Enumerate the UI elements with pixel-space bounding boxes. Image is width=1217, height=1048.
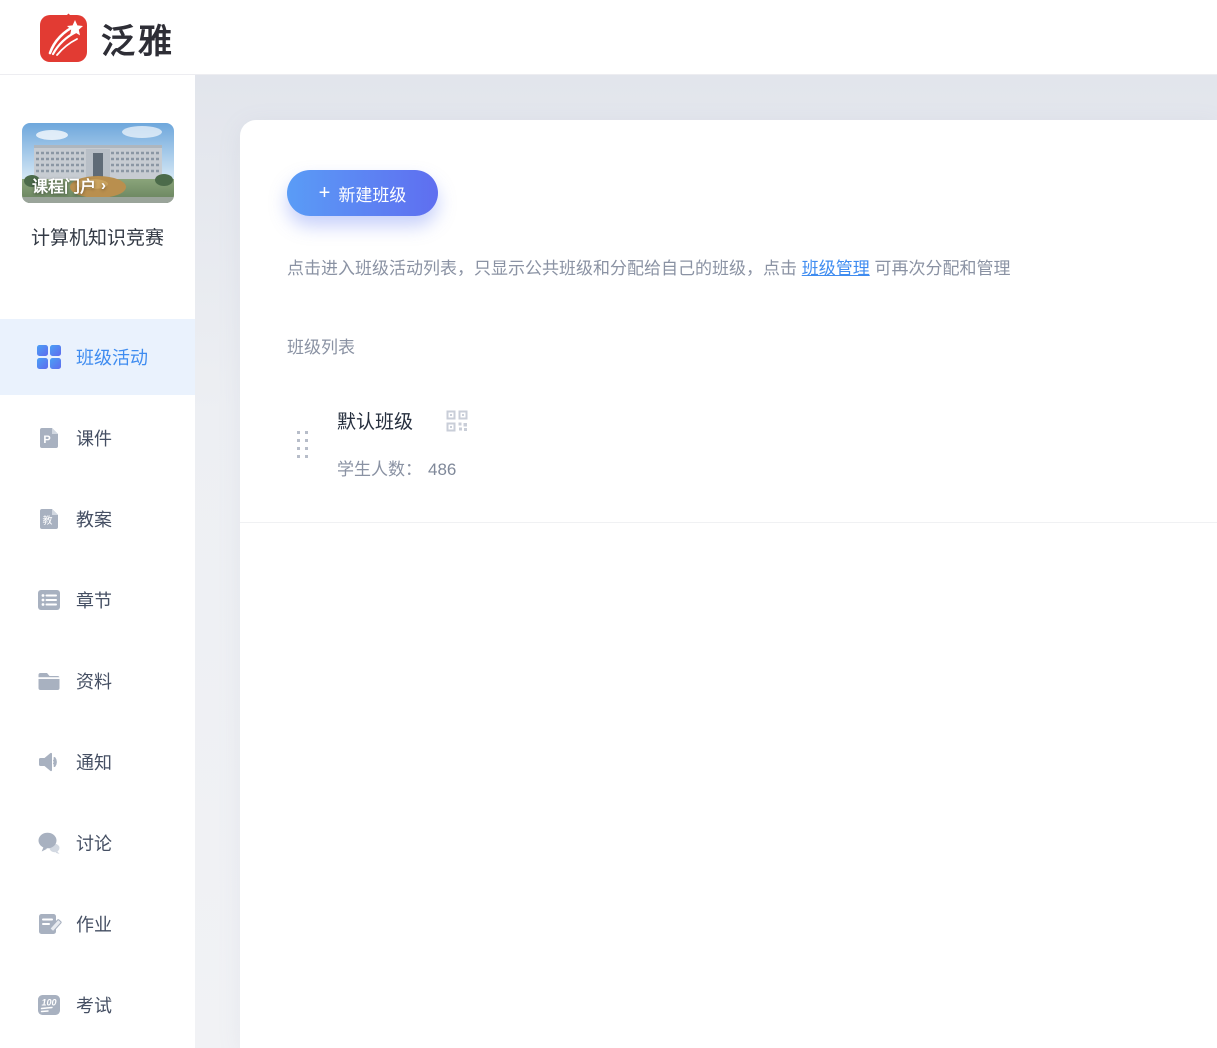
grid-icon: [36, 344, 62, 370]
description-text-after: 可再次分配和管理: [870, 259, 1011, 278]
materials-folder-icon: [36, 668, 62, 694]
sidebar-item-label: 班级活动: [76, 344, 148, 370]
course-portal-link[interactable]: 课程门户 ›: [32, 173, 106, 197]
sidebar-item-label: 章节: [76, 587, 112, 613]
main-background: + 新建班级 点击进入班级活动列表，只显示公共班级和分配给自己的班级，点击 班级…: [195, 75, 1217, 1048]
drag-handle-icon[interactable]: [297, 431, 308, 458]
discussion-chat-icon: [36, 830, 62, 856]
class-list-description: 点击进入班级活动列表，只显示公共班级和分配给自己的班级，点击 班级管理 可再次分…: [287, 257, 1187, 281]
lesson-plan-doc-icon: 教: [36, 506, 62, 532]
sidebar-item-courseware[interactable]: P 课件: [0, 400, 195, 476]
course-portal-banner[interactable]: 课程门户 ›: [22, 123, 174, 203]
sidebar-item-label: 考试: [76, 992, 112, 1018]
courseware-doc-icon: P: [36, 425, 62, 451]
sidebar-item-label: 作业: [76, 911, 112, 937]
sidebar-item-label: 讨论: [76, 830, 112, 856]
exam-100-icon: 100: [36, 992, 62, 1018]
course-sidebar: 课程门户 › 计算机知识竞赛 班级活动 P 课件: [0, 75, 195, 1048]
sidebar-item-lesson-plan[interactable]: 教 教案: [0, 481, 195, 557]
notice-speaker-icon: [36, 749, 62, 775]
sidebar-item-label: 资料: [76, 668, 112, 694]
student-count-value: 486: [428, 460, 456, 479]
qr-code-icon[interactable]: [446, 410, 468, 432]
sidebar-item-label: 通知: [76, 749, 112, 775]
svg-text:教: 教: [43, 514, 53, 527]
sidebar-item-label: 课件: [76, 425, 112, 451]
svg-text:P: P: [43, 434, 50, 446]
course-portal-label: 课程门户: [32, 173, 96, 197]
description-text-before: 点击进入班级活动列表，只显示公共班级和分配给自己的班级，点击: [287, 259, 802, 278]
student-count-label: 学生人数：: [337, 460, 422, 479]
class-manage-link[interactable]: 班级管理: [802, 259, 870, 278]
class-list-label: 班级列表: [287, 333, 355, 358]
sidebar-menu: 班级活动 P 课件 教 教案: [0, 319, 195, 1048]
class-row[interactable]: 默认班级 学生人数： 486: [287, 400, 1217, 490]
svg-text:100: 100: [41, 998, 56, 1008]
sidebar-item-chapters[interactable]: 章节: [0, 562, 195, 638]
sidebar-item-class-activity[interactable]: 班级活动: [0, 319, 195, 395]
chapters-list-icon: [36, 587, 62, 613]
plus-icon: +: [319, 183, 331, 203]
homework-pencil-icon: [36, 911, 62, 937]
sidebar-item-discussion[interactable]: 讨论: [0, 805, 195, 881]
class-name[interactable]: 默认班级: [337, 407, 413, 434]
new-class-button-label: 新建班级: [338, 181, 406, 206]
sidebar-item-label: 教案: [76, 506, 112, 532]
sidebar-item-homework[interactable]: 作业: [0, 886, 195, 962]
course-title: 计算机知识竞赛: [0, 223, 195, 254]
brand-name: 泛雅: [101, 14, 175, 63]
fanya-logo-icon: [40, 15, 87, 62]
new-class-button[interactable]: + 新建班级: [287, 170, 438, 216]
sidebar-item-materials[interactable]: 资料: [0, 643, 195, 719]
brand-logo[interactable]: 泛雅: [40, 14, 175, 63]
row-divider: [240, 522, 1217, 523]
student-count: 学生人数： 486: [337, 455, 456, 480]
chevron-right-icon: ›: [101, 177, 106, 194]
content-card: + 新建班级 点击进入班级活动列表，只显示公共班级和分配给自己的班级，点击 班级…: [240, 120, 1217, 1048]
top-header: 泛雅: [0, 0, 1217, 75]
sidebar-item-notice[interactable]: 通知: [0, 724, 195, 800]
sidebar-item-exam[interactable]: 100 考试: [0, 967, 195, 1043]
